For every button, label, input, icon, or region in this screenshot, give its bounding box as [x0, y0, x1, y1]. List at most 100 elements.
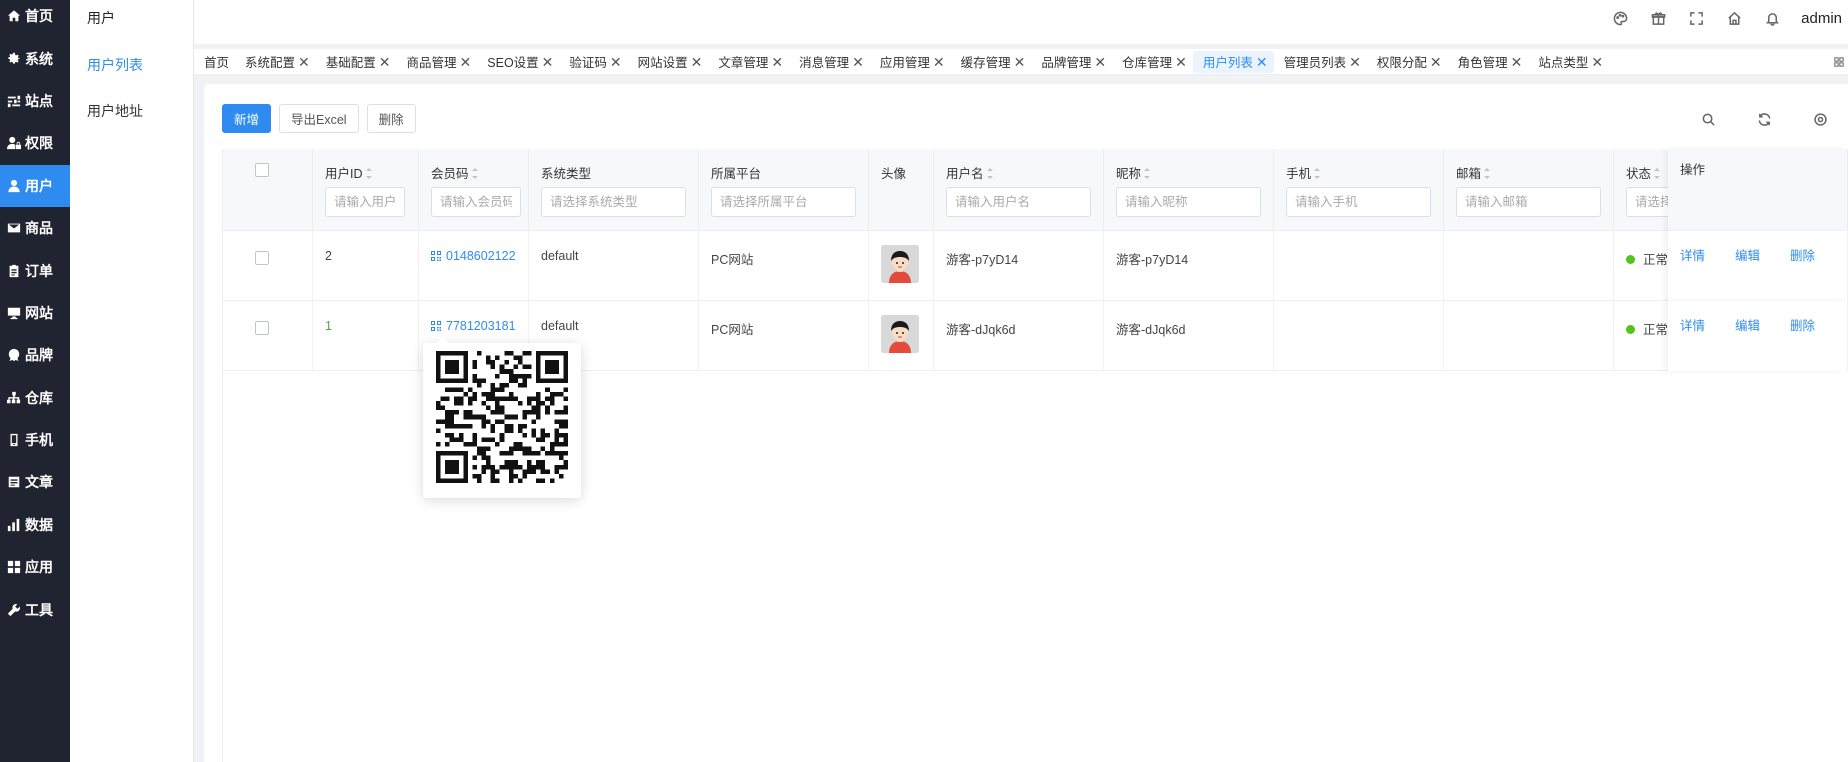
- close-icon[interactable]: ✕: [460, 55, 472, 69]
- sidebar-item-14[interactable]: 工具: [0, 588, 70, 630]
- sidebar-item-0[interactable]: 首页: [0, 0, 70, 37]
- tabs-more-icon[interactable]: [1830, 49, 1848, 74]
- gift-icon[interactable]: [1639, 0, 1677, 36]
- avatar[interactable]: [881, 315, 919, 353]
- platform-select[interactable]: [711, 187, 856, 217]
- close-icon[interactable]: ✕: [771, 55, 783, 69]
- email-filter[interactable]: [1456, 187, 1601, 217]
- sidebar-item-7[interactable]: 网站: [0, 292, 70, 334]
- sidebar-item-3[interactable]: 权限: [0, 122, 70, 164]
- sort-icon[interactable]: [1314, 168, 1321, 179]
- tab-11[interactable]: 品牌管理 ✕: [1031, 51, 1112, 73]
- tab-12[interactable]: 仓库管理 ✕: [1112, 51, 1193, 73]
- home-icon[interactable]: [1715, 0, 1753, 36]
- close-icon[interactable]: ✕: [933, 55, 945, 69]
- edit-link[interactable]: 编辑: [1735, 249, 1760, 263]
- sidebar-item-5[interactable]: 商品: [0, 207, 70, 249]
- close-icon[interactable]: ✕: [298, 55, 310, 69]
- column-status-label: 状态: [1626, 167, 1652, 181]
- sort-icon[interactable]: [471, 168, 479, 179]
- tab-9[interactable]: 应用管理 ✕: [870, 51, 951, 73]
- search-icon[interactable]: [1680, 107, 1736, 131]
- sidebar-item-6[interactable]: 订单: [0, 249, 70, 291]
- close-icon[interactable]: ✕: [1256, 55, 1268, 69]
- export-excel-button[interactable]: 导出Excel: [279, 104, 359, 133]
- tab-10[interactable]: 缓存管理 ✕: [951, 51, 1032, 73]
- bell-icon[interactable]: [1753, 0, 1791, 36]
- close-icon[interactable]: ✕: [1591, 55, 1603, 69]
- tab-3[interactable]: 商品管理 ✕: [397, 51, 478, 73]
- close-icon[interactable]: ✕: [691, 55, 703, 69]
- close-icon[interactable]: ✕: [1175, 55, 1187, 69]
- close-icon[interactable]: ✕: [1094, 55, 1106, 69]
- user-name[interactable]: admin: [1791, 10, 1848, 27]
- submenu-item-user-list[interactable]: 用户列表: [70, 42, 193, 88]
- tab-1[interactable]: 系统配置 ✕: [235, 51, 316, 73]
- close-icon[interactable]: ✕: [610, 55, 622, 69]
- close-icon[interactable]: ✕: [1349, 55, 1361, 69]
- tab-4[interactable]: SEO设置 ✕: [477, 51, 559, 73]
- member-code-link[interactable]: 7781203181: [431, 319, 516, 333]
- close-icon[interactable]: ✕: [542, 55, 554, 69]
- close-icon[interactable]: ✕: [852, 55, 864, 69]
- sidebar-item-13[interactable]: 应用: [0, 546, 70, 588]
- tab-14[interactable]: 管理员列表 ✕: [1274, 51, 1367, 73]
- close-icon[interactable]: ✕: [1511, 55, 1523, 69]
- sidebar-item-9[interactable]: 仓库: [0, 377, 70, 419]
- sidebar-item-8[interactable]: 品牌: [0, 334, 70, 376]
- avatar[interactable]: [881, 245, 919, 283]
- delete-link[interactable]: 删除: [1790, 249, 1815, 263]
- tab-15[interactable]: 权限分配 ✕: [1367, 51, 1448, 73]
- settings-icon[interactable]: [1792, 107, 1848, 131]
- row-checkbox[interactable]: [255, 321, 269, 335]
- tab-17[interactable]: 站点类型 ✕: [1528, 51, 1609, 73]
- member-code-filter[interactable]: [431, 187, 521, 217]
- sort-icon[interactable]: [1144, 168, 1151, 179]
- tab-16[interactable]: 角色管理 ✕: [1448, 51, 1529, 73]
- phone-filter[interactable]: [1286, 187, 1431, 217]
- sort-icon[interactable]: [365, 168, 373, 179]
- sidebar-item-1[interactable]: 系统: [0, 37, 70, 79]
- detail-link[interactable]: 详情: [1680, 249, 1705, 263]
- tab-8[interactable]: 消息管理 ✕: [789, 51, 870, 73]
- tab-label: 仓库管理: [1122, 56, 1173, 70]
- tab-label: 系统配置: [245, 56, 296, 70]
- tab-0[interactable]: 首页: [194, 51, 235, 73]
- tab-5[interactable]: 验证码 ✕: [559, 51, 627, 73]
- sidebar-item-4[interactable]: 用户: [0, 164, 70, 207]
- delete-button[interactable]: 删除: [366, 104, 416, 133]
- fullscreen-icon[interactable]: [1677, 0, 1715, 36]
- sub-menu: 用户 用户列表 用户地址: [70, 0, 194, 762]
- cell-user-id: 2: [313, 231, 419, 301]
- submenu-item-user-address[interactable]: 用户地址: [70, 88, 193, 134]
- palette-icon[interactable]: [1601, 0, 1639, 36]
- sort-icon[interactable]: [986, 168, 994, 179]
- user-id-filter[interactable]: [325, 187, 405, 217]
- detail-link[interactable]: 详情: [1680, 319, 1705, 333]
- sidebar-item-11[interactable]: 文章: [0, 461, 70, 503]
- tab-7[interactable]: 文章管理 ✕: [708, 51, 789, 73]
- sort-icon[interactable]: [1484, 168, 1491, 179]
- select-all-checkbox[interactable]: [255, 163, 269, 177]
- edit-link[interactable]: 编辑: [1735, 319, 1760, 333]
- close-icon[interactable]: ✕: [379, 55, 391, 69]
- cell-email: [1444, 301, 1614, 371]
- delete-link[interactable]: 删除: [1790, 319, 1815, 333]
- system-type-select[interactable]: [541, 187, 686, 217]
- sidebar-item-12[interactable]: 数据: [0, 504, 70, 546]
- close-icon[interactable]: ✕: [1430, 55, 1442, 69]
- close-icon[interactable]: ✕: [1014, 55, 1026, 69]
- tab-2[interactable]: 基础配置 ✕: [316, 51, 397, 73]
- tab-6[interactable]: 网站设置 ✕: [628, 51, 709, 73]
- nickname-filter[interactable]: [1116, 187, 1261, 217]
- row-checkbox[interactable]: [255, 251, 269, 265]
- sidebar-item-10[interactable]: 手机: [0, 419, 70, 461]
- sidebar-item-2[interactable]: 站点: [0, 80, 70, 122]
- add-button[interactable]: 新增: [222, 104, 272, 133]
- tab-13[interactable]: 用户列表 ✕: [1192, 50, 1274, 73]
- sidebar-item-label: 权限: [25, 135, 53, 152]
- username-filter[interactable]: [946, 187, 1091, 217]
- refresh-icon[interactable]: [1736, 107, 1792, 131]
- sort-icon[interactable]: [1654, 168, 1661, 179]
- member-code-link[interactable]: 0148602122: [431, 249, 516, 263]
